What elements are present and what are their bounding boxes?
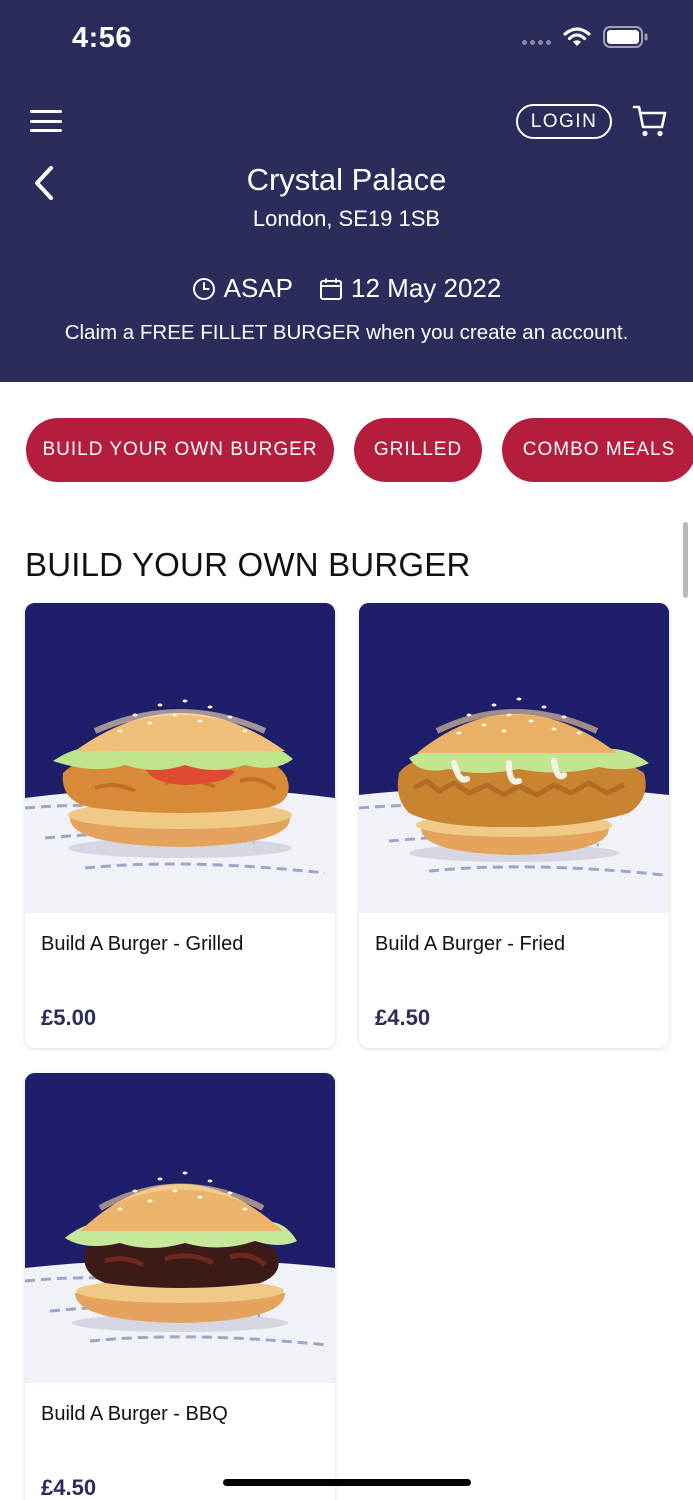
login-button[interactable]: LOGIN (516, 104, 612, 139)
store-name: Crystal Palace (246, 162, 447, 197)
scrollbar[interactable] (683, 522, 688, 598)
order-time[interactable]: ASAP (192, 273, 293, 304)
fried-burger-image (359, 603, 669, 913)
category-tab-grilled[interactable]: GRILLED (354, 418, 482, 482)
product-card-fried[interactable]: Build A Burger - Fried £4.50 (359, 603, 669, 1048)
promo-banner: Claim a FREE FILLET BURGER when you crea… (64, 321, 629, 344)
product-name: Build A Burger - BBQ (41, 1403, 228, 1425)
store-address: London, SE19 1SB (252, 206, 441, 231)
grilled-burger-image (25, 603, 335, 913)
hamburger-menu-icon[interactable] (30, 110, 62, 132)
calendar-icon (320, 278, 343, 300)
product-card-bbq[interactable]: Build A Burger - BBQ £4.50 (25, 1073, 335, 1500)
section-title: BUILD YOUR OWN BURGER (25, 546, 471, 583)
product-card-grilled[interactable]: Build A Burger - Grilled £5.00 (25, 603, 335, 1048)
clock-icon (192, 277, 215, 300)
product-price: £4.50 (41, 1475, 97, 1500)
order-date-label: 12 May 2022 (351, 273, 502, 303)
product-price: £4.50 (375, 1005, 431, 1030)
app-header: 4:56 LOGIN Crystal Palace London, SE19 1… (0, 0, 693, 382)
product-price: £5.00 (41, 1005, 97, 1030)
category-tab-combo-meals[interactable]: COMBO MEALS (502, 418, 693, 482)
status-time: 4:56 (72, 22, 133, 54)
category-tabs: BUILD YOUR OWN BURGER GRILLED COMBO MEAL… (26, 418, 693, 482)
status-icons (522, 26, 649, 48)
product-name: Build A Burger - Fried (375, 933, 566, 955)
signal-icon (522, 39, 551, 45)
category-tab-build-your-own-burger[interactable]: BUILD YOUR OWN BURGER (26, 418, 334, 482)
order-time-label: ASAP (223, 273, 294, 303)
product-name: Build A Burger - Grilled (41, 933, 244, 955)
order-date[interactable]: 12 May 2022 (319, 273, 501, 304)
wifi-icon (563, 27, 591, 46)
bbq-burger-image (25, 1073, 335, 1383)
order-meta: ASAP 12 May 2022 (0, 273, 693, 304)
battery-icon (603, 26, 648, 48)
cart-icon[interactable] (632, 104, 668, 138)
home-indicator[interactable] (223, 1479, 471, 1486)
